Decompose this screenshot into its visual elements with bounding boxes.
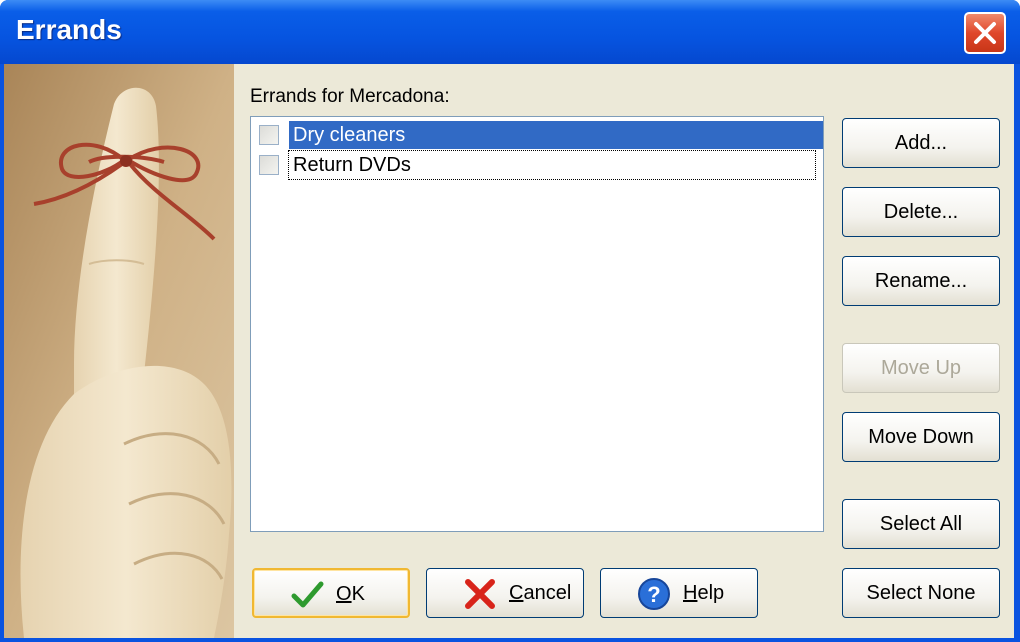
cancel-label: Cancel <box>509 582 572 604</box>
dialog-client-area: Errands for Mercadona: Dry cleaners Retu… <box>4 64 1014 638</box>
help-label: Help <box>683 582 725 604</box>
help-button[interactable]: ? Help <box>600 568 758 618</box>
checkmark-icon <box>291 581 324 608</box>
close-icon <box>974 22 996 44</box>
delete-button[interactable]: Delete... <box>842 187 1000 237</box>
add-button[interactable]: Add... <box>842 118 1000 168</box>
errands-listbox[interactable]: Dry cleaners Return DVDs <box>250 116 824 532</box>
errands-list-label: Errands for Mercadona: <box>250 86 450 107</box>
select-none-button[interactable]: Select None <box>842 568 1000 618</box>
title-bar[interactable]: Errands <box>0 0 1020 64</box>
errands-dialog: Errands Errands for Mercadona: Dry clean… <box>0 0 1020 642</box>
select-all-button[interactable]: Select All <box>842 499 1000 549</box>
window-title: Errands <box>16 14 122 45</box>
item-checkbox[interactable] <box>259 155 279 175</box>
close-button[interactable] <box>964 12 1006 54</box>
move-down-button[interactable]: Move Down <box>842 412 1000 462</box>
svg-text:?: ? <box>647 582 660 607</box>
ok-button[interactable]: OK <box>252 568 410 618</box>
item-text: Return DVDs <box>288 150 816 180</box>
list-item[interactable]: Dry cleaners <box>255 121 823 149</box>
list-item[interactable]: Return DVDs <box>255 150 821 180</box>
item-text: Dry cleaners <box>289 121 823 149</box>
ok-label: OK <box>336 583 365 605</box>
cancel-button[interactable]: Cancel <box>426 568 584 618</box>
reminder-finger-image <box>4 64 234 638</box>
red-x-icon <box>465 579 495 609</box>
rename-button[interactable]: Rename... <box>842 256 1000 306</box>
question-mark-icon: ? <box>638 578 670 610</box>
item-checkbox[interactable] <box>259 125 279 145</box>
move-up-button[interactable]: Move Up <box>842 343 1000 393</box>
